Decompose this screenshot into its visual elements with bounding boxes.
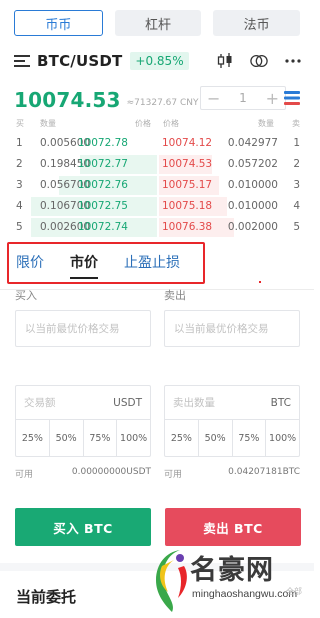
orderbook-row[interactable]: 1 0.005600 10072.78 10074.12 0.042977 1 [0,133,314,154]
buy-price-input[interactable]: 以当前最优价格交易 [15,310,151,347]
header-amount: 数量 [40,119,56,128]
buy-label: 买入 [15,289,37,302]
tab-market[interactable]: 市价 [70,252,98,279]
header-buy-index: 买 [16,119,24,128]
bid-price: 10072.78 [77,137,128,149]
bid-index: 1 [16,137,23,149]
ask-price: 10075.17 [162,179,213,191]
ticker-row: 10074.53 ≈71327.67 CNY − 1 + [14,86,302,112]
buy-available-label: 可用 [15,470,34,480]
ask-amount: 0.010000 [227,200,278,212]
ask-index: 5 [293,221,300,233]
header-bid-price: 价格 [135,119,151,128]
buy-amount-input[interactable]: 交易额 [24,395,56,410]
ask-amount: 0.002000 [227,221,278,233]
buy-available: 可用 0.00000000USDT [15,467,151,480]
depth-value[interactable]: 1 [239,91,247,105]
sell-amount-box: 卖出数量 BTC 25% 50% 75% 100% [164,385,300,457]
watermark-url: minghaoshangwu.com [192,588,298,600]
watermark: 名豪网 minghaoshangwu.com 全部 [150,540,314,618]
more-icon[interactable] [284,52,302,70]
cny-price: ≈71327.67 CNY [126,98,199,108]
current-orders-title: 当前委托 [16,588,77,606]
bid-price: 10072.77 [77,158,128,170]
order-type-tabs: 限价 市价 止盈止损 [16,252,180,279]
sell-label: 卖出 [164,289,186,302]
bid-index: 4 [16,200,23,212]
orderbook-row[interactable]: 5 0.002600 10072.74 10076.38 0.002000 5 [0,217,314,238]
overlap-circles-icon[interactable] [250,52,268,70]
tab-margin[interactable]: 杠杆 [114,10,202,36]
red-dot [259,281,261,283]
bid-price: 10072.74 [77,221,128,233]
ask-index: 1 [293,137,300,149]
buy-available-value: 0.00000000USDT [71,467,151,477]
sell-price-input[interactable]: 以当前最优价格交易 [164,310,300,347]
pair-change-badge: +0.85% [130,52,189,70]
buy-btc-button[interactable]: 买入 BTC [15,508,151,546]
sell-available-label: 可用 [164,470,183,480]
sell-form: 卖出 以当前最优价格交易 卖出数量 BTC 25% 50% 75% 100% 可… [164,290,300,480]
sell-unit: BTC [270,396,291,409]
pair-header: BTC/USDT +0.85% [14,50,302,72]
tab-spot[interactable]: 币币 [14,10,103,36]
depth-minus-button[interactable]: − [207,89,220,108]
buy-amount-box: 交易额 USDT 25% 50% 75% 100% [15,385,151,457]
bid-price: 10072.76 [77,179,128,191]
bid-index: 3 [16,179,23,191]
buy-pct-75[interactable]: 75% [84,420,118,456]
orderbook-header: 买 数量 价格 价格 数量 卖 [0,118,314,132]
bid-index: 2 [16,158,23,170]
header-sell-index: 卖 [292,119,300,128]
watermark-text: 名豪网 [190,555,274,586]
ask-index: 4 [293,200,300,212]
last-price: 10074.53 [14,88,121,112]
header-ask-amount: 数量 [258,119,274,128]
ask-amount: 0.042977 [227,137,278,149]
tab-stop-limit[interactable]: 止盈止损 [124,252,180,279]
bid-index: 5 [16,221,23,233]
sell-available: 可用 0.04207181BTC [164,467,300,480]
sell-pct-25[interactable]: 25% [165,420,199,456]
header-ask-price: 价格 [163,119,179,128]
sell-pct-100[interactable]: 100% [266,420,299,456]
sell-pct-75[interactable]: 75% [233,420,267,456]
menu-icon[interactable] [14,55,30,67]
ask-price: 10076.38 [162,221,213,233]
buy-form: 买入 以当前最优价格交易 交易额 USDT 25% 50% 75% 100% 可… [15,290,151,480]
market-type-tabs: 币币 杠杆 法币 [14,10,301,36]
buy-unit: USDT [113,396,142,409]
ask-amount: 0.057202 [227,158,278,170]
sell-available-value: 0.04207181BTC [228,467,300,477]
ask-amount: 0.010000 [227,179,278,191]
orderbook-row[interactable]: 3 0.056700 10072.76 10075.17 0.010000 3 [0,175,314,196]
watermark-note: 全部 [286,587,302,596]
candlestick-chart-icon[interactable] [216,52,234,70]
orderbook-row[interactable]: 4 0.106700 10072.75 10075.18 0.010000 4 [0,196,314,217]
sell-amount-input[interactable]: 卖出数量 [173,395,215,410]
orderbook-row[interactable]: 2 0.198450 10072.77 10074.53 0.057202 2 [0,154,314,175]
orderbook-toggle-icon[interactable] [282,88,302,108]
ask-index: 3 [293,179,300,191]
ask-price: 10075.18 [162,200,213,212]
buy-pct-25[interactable]: 25% [16,420,50,456]
watermark-logo-icon [156,550,187,612]
bid-price: 10072.75 [77,200,128,212]
depth-stepper: − 1 + [200,86,286,110]
pair-name[interactable]: BTC/USDT [37,52,122,70]
sell-pct-50[interactable]: 50% [199,420,233,456]
ask-price: 10074.53 [162,158,213,170]
tab-limit[interactable]: 限价 [16,252,44,279]
orderbook-rows: 1 0.005600 10072.78 10074.12 0.042977 1 2 0.198… [0,133,314,238]
ask-index: 2 [293,158,300,170]
tab-fiat[interactable]: 法币 [213,10,301,36]
buy-pct-100[interactable]: 100% [117,420,150,456]
depth-plus-button[interactable]: + [266,89,279,108]
ask-price: 10074.12 [162,137,213,149]
buy-pct-50[interactable]: 50% [50,420,84,456]
